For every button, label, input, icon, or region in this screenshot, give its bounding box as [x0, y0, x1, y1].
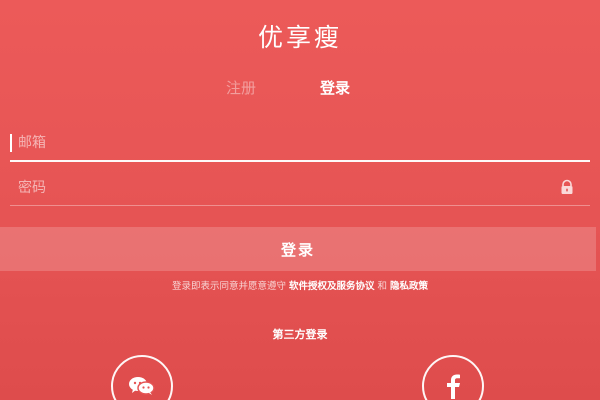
terms-prefix: 登录即表示同意并愿意遵守 [171, 281, 289, 292]
app-title: 优享瘦 [257, 23, 342, 52]
password-field [10, 171, 590, 206]
software-license-link[interactable]: 软件授权及服务协议 [289, 281, 375, 292]
auth-tabs: 注册 登录 [0, 74, 600, 102]
terms-middle: 和 [377, 281, 391, 292]
facebook-icon [443, 372, 463, 400]
wechat-login-button[interactable] [111, 355, 173, 400]
privacy-policy-link[interactable]: 隐私政策 [390, 281, 428, 292]
password-input[interactable] [10, 171, 550, 205]
login-screen: 优享瘦 注册 登录 登录 登录即表示同意并愿意遵守 软件授权及服务协议 和 隐私… [0, 0, 600, 400]
third-party-login-label: 第三方登录 [272, 328, 328, 341]
wechat-icon [127, 374, 157, 398]
lock-icon [558, 178, 576, 196]
terms-text: 登录即表示同意并愿意遵守 软件授权及服务协议 和 隐私政策 [0, 278, 600, 292]
facebook-login-button[interactable] [422, 355, 484, 400]
email-field [10, 126, 590, 162]
login-button[interactable]: 登录 [0, 227, 596, 271]
email-input[interactable] [10, 126, 550, 160]
tab-register[interactable]: 注册 [226, 74, 256, 102]
tab-login[interactable]: 登录 [320, 74, 350, 102]
